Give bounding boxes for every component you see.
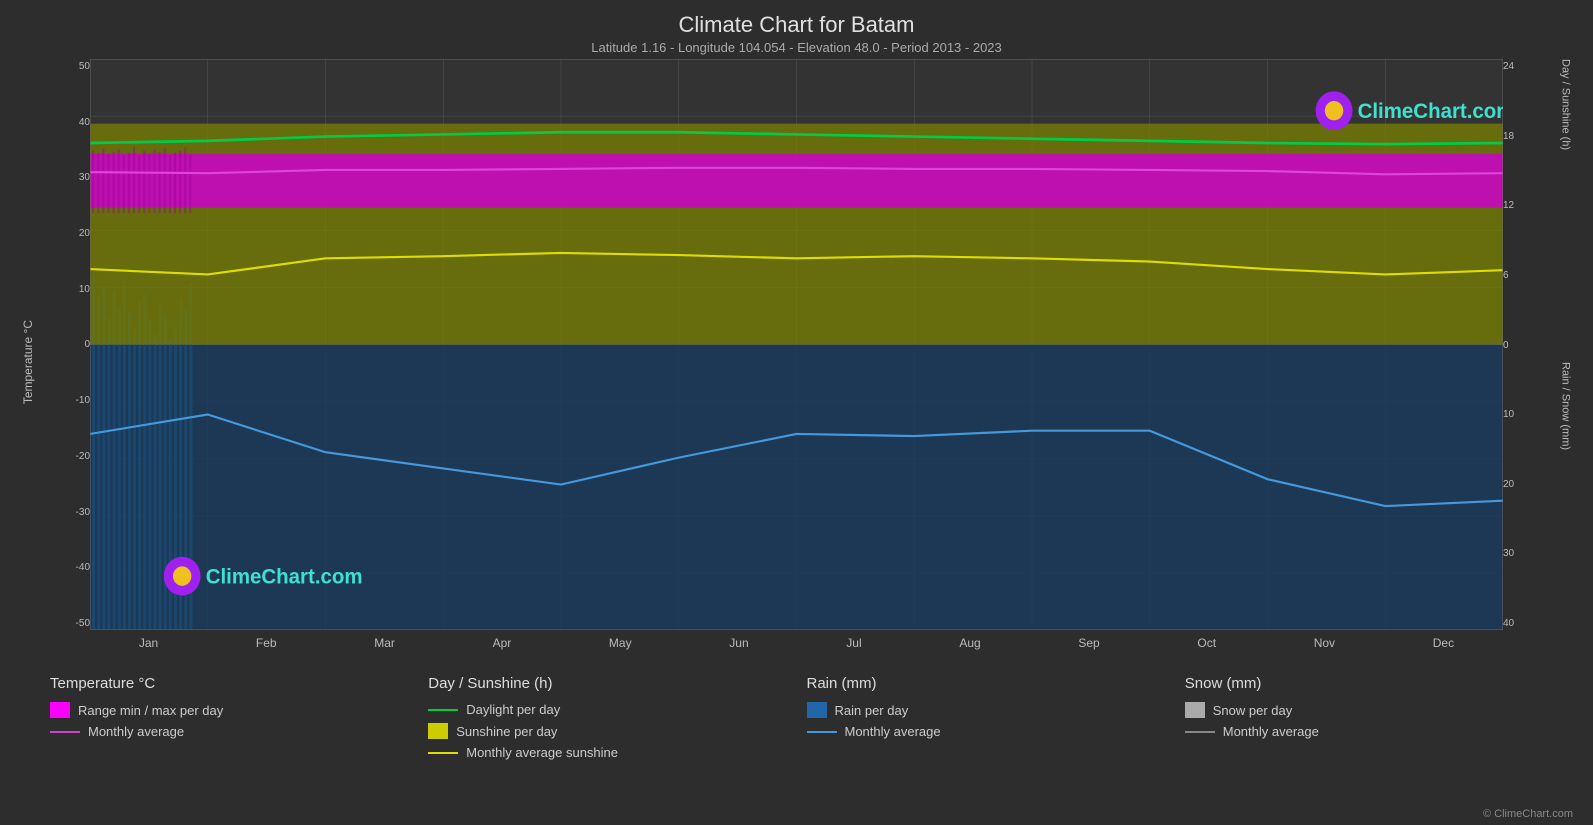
legend-item-snow-avg: Monthly average — [1185, 724, 1543, 739]
legend-col-temperature: Temperature °C Range min / max per day M… — [40, 675, 418, 820]
legend-area: Temperature °C Range min / max per day M… — [0, 665, 1593, 825]
legend-title-temperature: Temperature °C — [50, 675, 408, 692]
legend-item-temp-range: Range min / max per day — [50, 702, 408, 718]
copyright: © ClimeChart.com — [1483, 808, 1573, 820]
legend-label-sunshine-per-day: Sunshine per day — [456, 724, 557, 739]
y-tick-20: 20 — [55, 228, 90, 239]
legend-label-snow-avg: Monthly average — [1223, 724, 1319, 739]
chart-svg: ClimeChart.com ClimeChart.com — [90, 59, 1503, 630]
x-label-aug: Aug — [959, 636, 980, 665]
x-label-mar: Mar — [374, 636, 395, 665]
x-label-nov: Nov — [1314, 636, 1335, 665]
legend-col-snow: Snow (mm) Snow per day Monthly average — [1175, 675, 1553, 820]
chart-title: Climate Chart for Batam — [0, 12, 1593, 38]
y-tick-30: 30 — [55, 172, 90, 183]
y-right-tick-0: 0 — [1503, 340, 1538, 351]
legend-label-sunshine-avg: Monthly average sunshine — [466, 745, 618, 760]
y-right-tick-18: 18 — [1503, 131, 1538, 142]
legend-col-rain: Rain (mm) Rain per day Monthly average — [797, 675, 1175, 820]
y-right-tick-20: 20 — [1503, 479, 1538, 490]
y-right-tick-10: 10 — [1503, 409, 1538, 420]
y-right-tick-30: 30 — [1503, 548, 1538, 559]
y-right-tick-24: 24 — [1503, 61, 1538, 72]
legend-line-sunshine-avg — [428, 752, 458, 754]
y-tick-n40: -40 — [55, 562, 90, 573]
svg-text:ClimeChart.com: ClimeChart.com — [1358, 100, 1503, 124]
legend-title-snow: Snow (mm) — [1185, 675, 1543, 692]
legend-item-rain-per-day: Rain per day — [807, 702, 1165, 718]
chart-plot-area: ClimeChart.com ClimeChart.com — [90, 59, 1503, 630]
legend-line-rain-avg — [807, 731, 837, 733]
legend-line-temp-avg — [50, 731, 80, 733]
legend-title-sunshine: Day / Sunshine (h) — [428, 675, 786, 692]
y-tick-0: 0 — [55, 339, 90, 350]
legend-label-snow-per-day: Snow per day — [1213, 703, 1293, 718]
legend-col-sunshine: Day / Sunshine (h) Daylight per day Suns… — [418, 675, 796, 820]
legend-item-temp-avg: Monthly average — [50, 724, 408, 739]
legend-line-snow-avg — [1185, 731, 1215, 733]
legend-item-sunshine-per-day: Sunshine per day — [428, 723, 786, 739]
y-right-tick-12: 12 — [1503, 200, 1538, 211]
legend-swatch-sunshine — [428, 723, 448, 739]
y-tick-n30: -30 — [55, 507, 90, 518]
y-right-tick-6: 6 — [1503, 270, 1538, 281]
y-axis-left-label: Temperature °C — [21, 320, 35, 404]
y-tick-50: 50 — [55, 61, 90, 72]
y-tick-n20: -20 — [55, 451, 90, 462]
x-label-jan: Jan — [139, 636, 158, 665]
y-tick-10: 10 — [55, 284, 90, 295]
legend-item-daylight: Daylight per day — [428, 702, 786, 717]
x-label-feb: Feb — [256, 636, 277, 665]
legend-item-snow-per-day: Snow per day — [1185, 702, 1543, 718]
y-tick-40: 40 — [55, 117, 90, 128]
legend-label-temp-avg: Monthly average — [88, 724, 184, 739]
x-label-apr: Apr — [493, 636, 512, 665]
x-axis: Jan Feb Mar Apr May Jun Jul Aug Sep Oct … — [90, 630, 1503, 665]
chart-subtitle: Latitude 1.16 - Longitude 104.054 - Elev… — [0, 40, 1593, 55]
legend-swatch-rain — [807, 702, 827, 718]
legend-swatch-snow — [1185, 702, 1205, 718]
y-axis-right-bottom-label: Rain / Snow (mm) — [1560, 362, 1572, 665]
x-label-jul: Jul — [846, 636, 861, 665]
header: Climate Chart for Batam Latitude 1.16 - … — [0, 0, 1593, 59]
legend-title-rain: Rain (mm) — [807, 675, 1165, 692]
page-wrapper: Climate Chart for Batam Latitude 1.16 - … — [0, 0, 1593, 825]
legend-swatch-temp-range — [50, 702, 70, 718]
y-tick-n50: -50 — [55, 618, 90, 629]
y-right-tick-40: 40 — [1503, 618, 1538, 629]
x-label-oct: Oct — [1197, 636, 1216, 665]
legend-line-daylight — [428, 709, 458, 711]
x-label-dec: Dec — [1433, 636, 1454, 665]
legend-label-daylight: Daylight per day — [466, 702, 560, 717]
legend-label-temp-range: Range min / max per day — [78, 703, 223, 718]
legend-label-rain-per-day: Rain per day — [835, 703, 909, 718]
x-label-may: May — [609, 636, 632, 665]
y-axis-right-top-label: Day / Sunshine (h) — [1560, 59, 1572, 362]
legend-item-sunshine-avg: Monthly average sunshine — [428, 745, 786, 760]
y-tick-n10: -10 — [55, 395, 90, 406]
svg-text:ClimeChart.com: ClimeChart.com — [206, 565, 363, 589]
legend-label-rain-avg: Monthly average — [845, 724, 941, 739]
x-label-sep: Sep — [1078, 636, 1099, 665]
legend-item-rain-avg: Monthly average — [807, 724, 1165, 739]
x-label-jun: Jun — [729, 636, 748, 665]
